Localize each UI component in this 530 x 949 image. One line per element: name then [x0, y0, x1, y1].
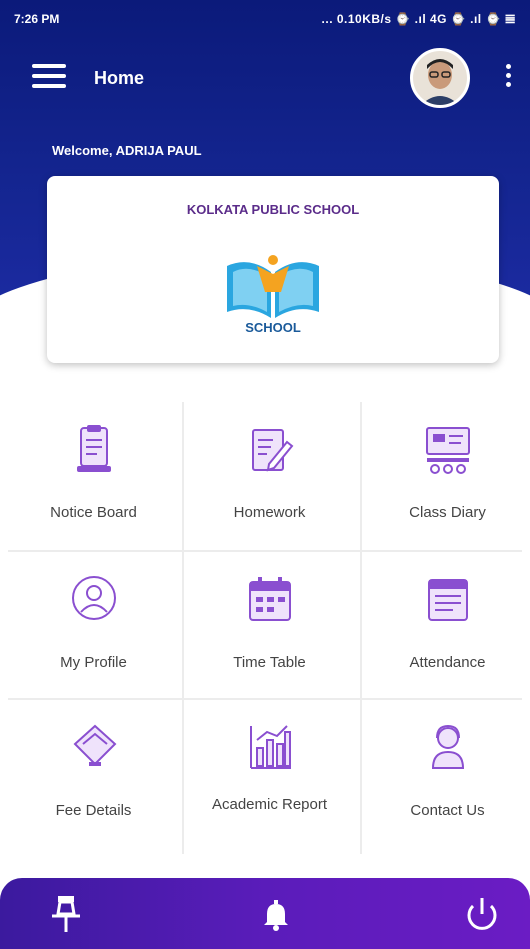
tile-label: My Profile [60, 654, 127, 671]
status-bar: 7:26 PM ... 0.10KB/s ⌚ .ıl 4G ⌚ .ıl ⌚ 𝌆 [0, 0, 530, 34]
bottom-navigation [0, 878, 530, 949]
attendance-icon [427, 579, 468, 621]
feature-grid: Notice Board Homework Class Diary My Pro… [8, 402, 522, 854]
class-diary-tile[interactable]: Class Diary [362, 402, 530, 550]
app-screen: 7:26 PM ... 0.10KB/s ⌚ .ıl 4G ⌚ .ıl ⌚ 𝌆 … [0, 0, 530, 949]
tile-label: Fee Details [55, 802, 132, 819]
calendar-icon [248, 577, 291, 621]
tile-label: Contact Us [410, 802, 485, 819]
tile-label: Time Table [233, 654, 306, 671]
more-options-icon[interactable] [503, 64, 513, 94]
homework-icon [251, 429, 293, 472]
status-time: 7:26 PM [14, 12, 60, 26]
school-card: KOLKATA PUBLIC SCHOOL SCHOOL [47, 176, 499, 363]
page-title: Home [94, 68, 145, 88]
school-logo-text: SCHOOL [245, 320, 301, 335]
tile-label: Attendance [409, 654, 486, 671]
tile-label: Class Diary [409, 504, 486, 521]
avatar[interactable] [410, 48, 470, 108]
school-name: KOLKATA PUBLIC SCHOOL [186, 202, 360, 217]
fee-details-tile[interactable]: Fee Details [8, 700, 179, 848]
attendance-tile[interactable]: Attendance [362, 552, 530, 700]
tile-label: Notice Board [50, 504, 137, 521]
notice-board-tile[interactable]: Notice Board [8, 402, 179, 550]
school-logo: SCHOOL [227, 255, 319, 336]
tile-label: Academic Report [211, 796, 328, 813]
menu-icon[interactable] [32, 64, 68, 92]
contact-us-tile[interactable]: Contact Us [362, 700, 530, 848]
bell-icon[interactable] [254, 892, 298, 936]
card-icon [73, 724, 116, 766]
welcome-text: Welcome, ADRIJA PAUL [52, 143, 202, 158]
class-diary-icon [425, 427, 470, 474]
chart-icon [249, 725, 291, 769]
time-table-tile[interactable]: Time Table [184, 552, 355, 700]
notice-board-icon [76, 425, 111, 472]
contact-icon [431, 724, 464, 769]
homework-tile[interactable]: Homework [184, 402, 355, 550]
my-profile-tile[interactable]: My Profile [8, 552, 179, 700]
power-icon[interactable] [460, 892, 504, 936]
profile-icon [71, 576, 116, 620]
academic-report-tile[interactable]: Academic Report [184, 700, 355, 848]
status-indicators: ... 0.10KB/s ⌚ .ıl 4G ⌚ .ıl ⌚ 𝌆 [321, 12, 516, 26]
pin-icon[interactable] [44, 892, 88, 936]
tile-label: Homework [233, 504, 306, 521]
